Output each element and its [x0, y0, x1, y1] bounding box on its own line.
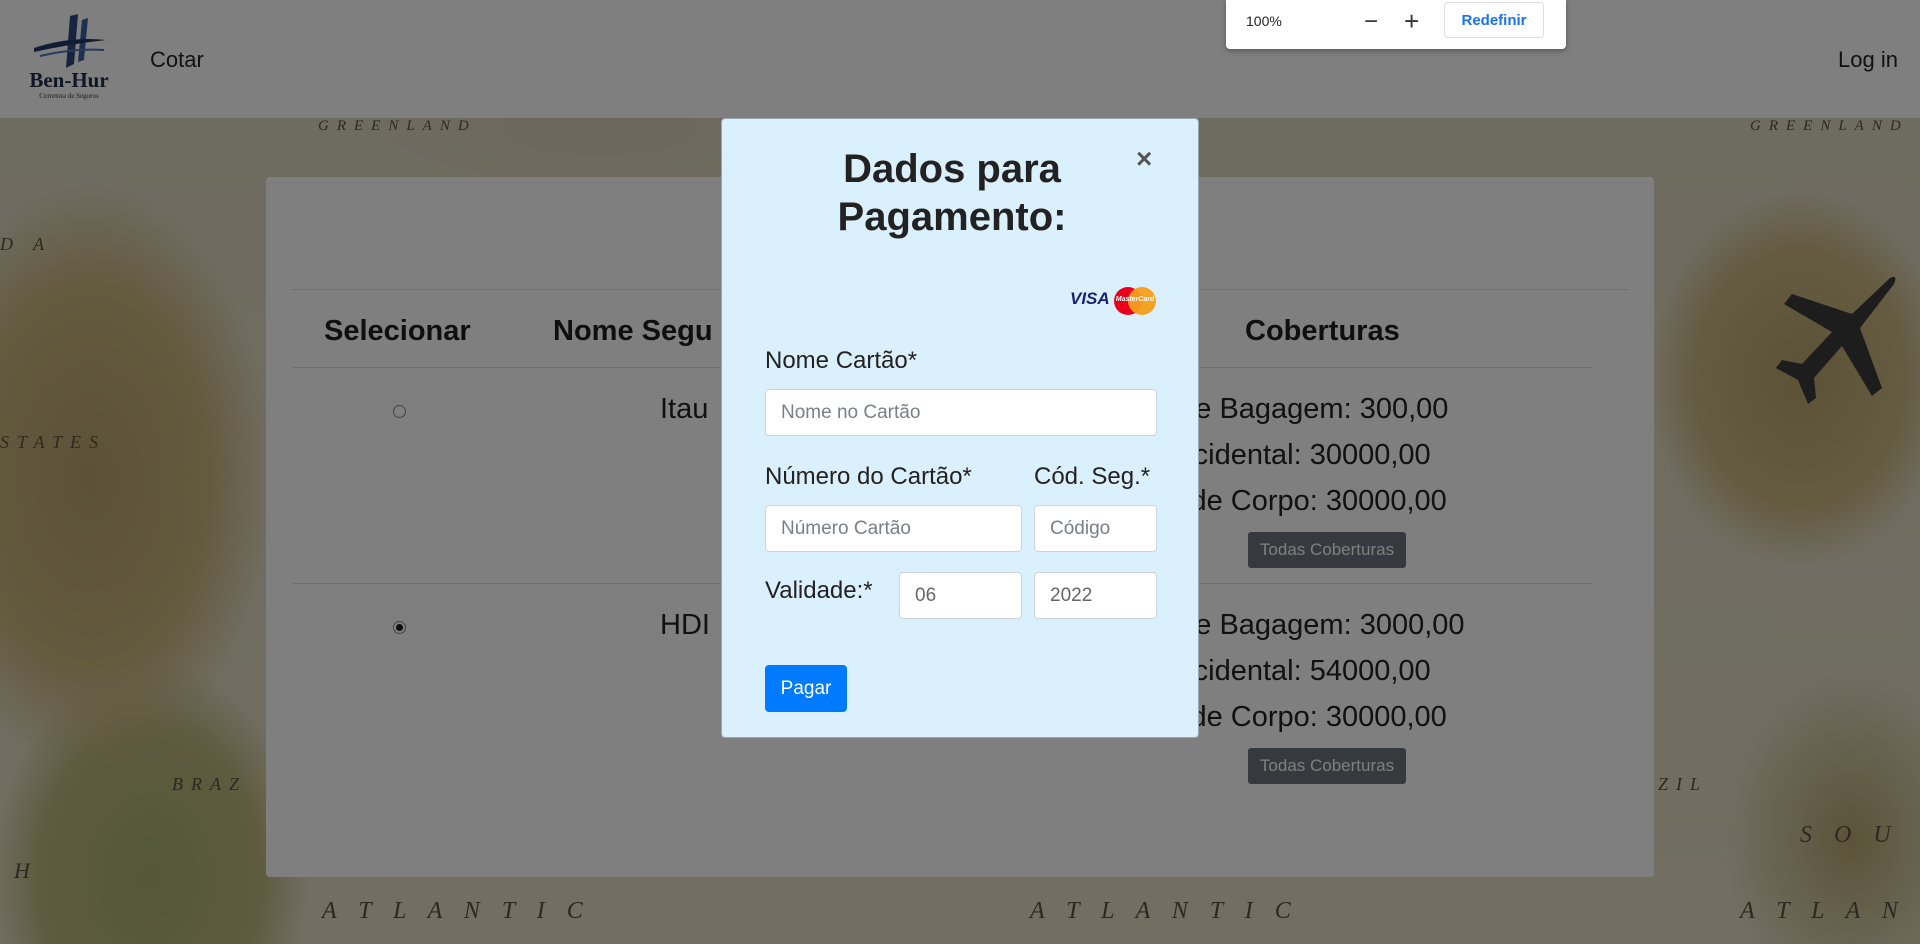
modal-title-line: Dados para [843, 147, 1061, 191]
zoom-level: 100% [1246, 13, 1282, 29]
card-name-input[interactable] [765, 389, 1157, 436]
security-code-label: Cód. Seg.* [1034, 463, 1151, 490]
zoom-in-button[interactable]: + [1404, 6, 1419, 37]
card-number-label: Número do Cartão* [765, 463, 972, 490]
card-number-input[interactable] [765, 505, 1022, 552]
browser-zoom-popup: 100% − + Redefinir [1226, 0, 1566, 49]
modal-title: Dados para Pagamento: [792, 145, 1112, 241]
validity-month-input[interactable] [899, 572, 1022, 619]
visa-logo-icon: VISA [1070, 289, 1110, 308]
payment-modal: Dados para Pagamento: × VISA MasterCard … [721, 118, 1199, 738]
zoom-out-button[interactable]: − [1364, 8, 1378, 36]
validity-year-input[interactable] [1034, 572, 1157, 619]
pay-button[interactable]: Pagar [765, 665, 847, 712]
close-icon[interactable]: × [1136, 143, 1152, 175]
mastercard-logo-icon: MasterCard [1114, 287, 1156, 315]
mastercard-label: MasterCard [1115, 296, 1155, 303]
validity-label: Validade:* [765, 577, 873, 604]
zoom-reset-button[interactable]: Redefinir [1444, 2, 1544, 38]
card-name-label: Nome Cartão* [765, 347, 918, 374]
modal-title-line: Pagamento: [837, 195, 1067, 239]
security-code-input[interactable] [1034, 505, 1157, 552]
